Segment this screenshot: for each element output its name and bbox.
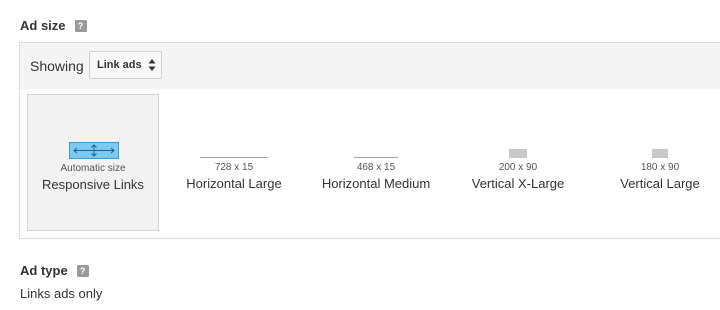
help-icon[interactable]: ? <box>74 19 87 32</box>
vertical-preview-icon <box>509 149 527 158</box>
size-name: Vertical X-Large <box>471 176 565 191</box>
size-dimensions: 468 x 15 <box>356 162 396 173</box>
size-dimensions: 180 x 90 <box>640 162 680 173</box>
showing-label: Showing <box>30 58 84 74</box>
size-name: Horizontal Medium <box>321 176 431 191</box>
size-name: Horizontal Large <box>186 176 282 191</box>
horizontal-preview-icon <box>200 157 268 158</box>
size-option-horizontal-large[interactable]: 728 x 15 Horizontal Large <box>168 94 300 231</box>
help-icon[interactable]: ? <box>76 264 89 277</box>
ad-type-title: Ad type <box>20 263 68 278</box>
resize-arrows-icon <box>73 144 115 157</box>
size-option-vertical-large[interactable]: 180 x 90 Vertical Large <box>594 94 720 231</box>
ad-type-heading: Ad type ? <box>20 263 89 278</box>
ad-size-title: Ad size <box>20 18 66 33</box>
select-arrows-icon <box>148 59 156 71</box>
size-dimensions: Automatic size <box>60 163 126 174</box>
ad-type-value: Links ads only <box>20 286 103 301</box>
size-dimensions: 728 x 15 <box>214 162 254 173</box>
ad-format-select-value: Link ads <box>97 59 142 71</box>
panel-header: Showing Link ads <box>20 43 720 89</box>
size-option-vertical-x-large[interactable]: 200 x 90 Vertical X-Large <box>452 94 584 231</box>
horizontal-preview-icon <box>354 157 398 158</box>
ad-format-select[interactable]: Link ads <box>89 51 162 79</box>
size-name: Responsive Links <box>42 177 144 192</box>
ad-size-heading: Ad size ? <box>20 18 87 33</box>
responsive-preview-icon <box>69 142 119 159</box>
size-dimensions: 200 x 90 <box>498 162 538 173</box>
vertical-preview-icon <box>652 149 668 158</box>
ad-size-panel: Showing Link ads Automatic size Responsi… <box>19 42 720 239</box>
size-name: Vertical Large <box>620 176 700 191</box>
size-option-horizontal-medium[interactable]: 468 x 15 Horizontal Medium <box>310 94 442 231</box>
ad-size-options: Automatic size Responsive Links 728 x 15… <box>20 89 720 239</box>
size-option-responsive-links[interactable]: Automatic size Responsive Links <box>27 94 159 231</box>
